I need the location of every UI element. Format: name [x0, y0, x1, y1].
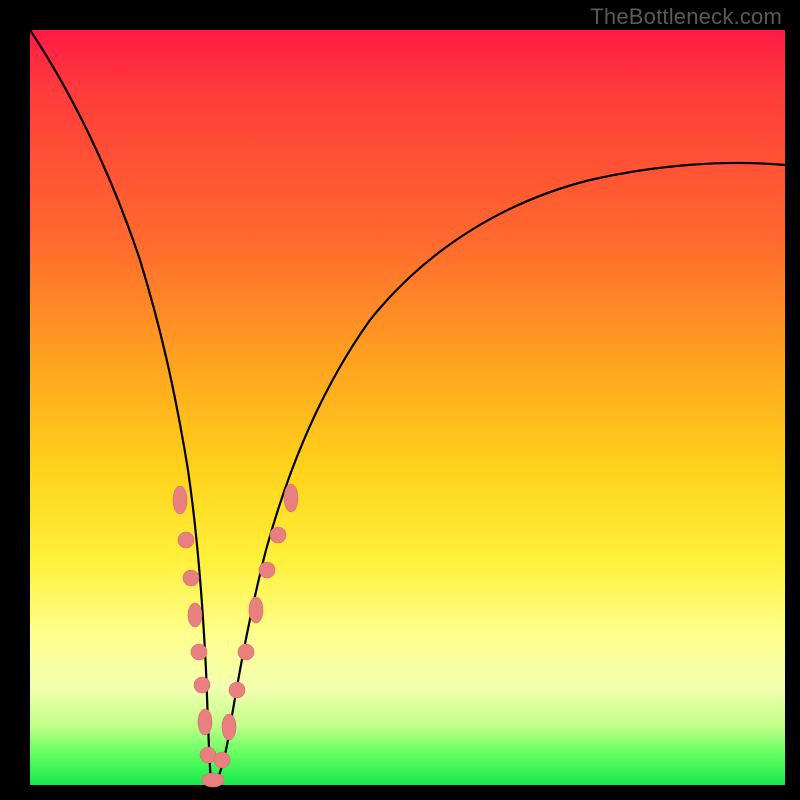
marker-point [188, 603, 202, 627]
marker-point [194, 677, 210, 693]
marker-point [202, 773, 224, 787]
marker-point [173, 486, 187, 514]
marker-point [229, 682, 245, 698]
marker-point [284, 484, 298, 512]
plot-area [30, 30, 785, 785]
bottleneck-curve [30, 30, 785, 784]
marker-point [222, 714, 236, 740]
marker-point [214, 752, 230, 768]
curve-layer [30, 30, 785, 785]
marker-point [178, 532, 194, 548]
marker-point [238, 644, 254, 660]
marker-point [200, 747, 216, 763]
marker-point [249, 597, 263, 623]
marker-point [191, 644, 207, 660]
marker-point [183, 570, 199, 586]
chart-frame: TheBottleneck.com [0, 0, 800, 800]
marker-point [259, 562, 275, 578]
marker-point [270, 527, 286, 543]
watermark-text: TheBottleneck.com [590, 4, 782, 30]
marker-group [173, 484, 298, 787]
marker-point [198, 709, 212, 735]
